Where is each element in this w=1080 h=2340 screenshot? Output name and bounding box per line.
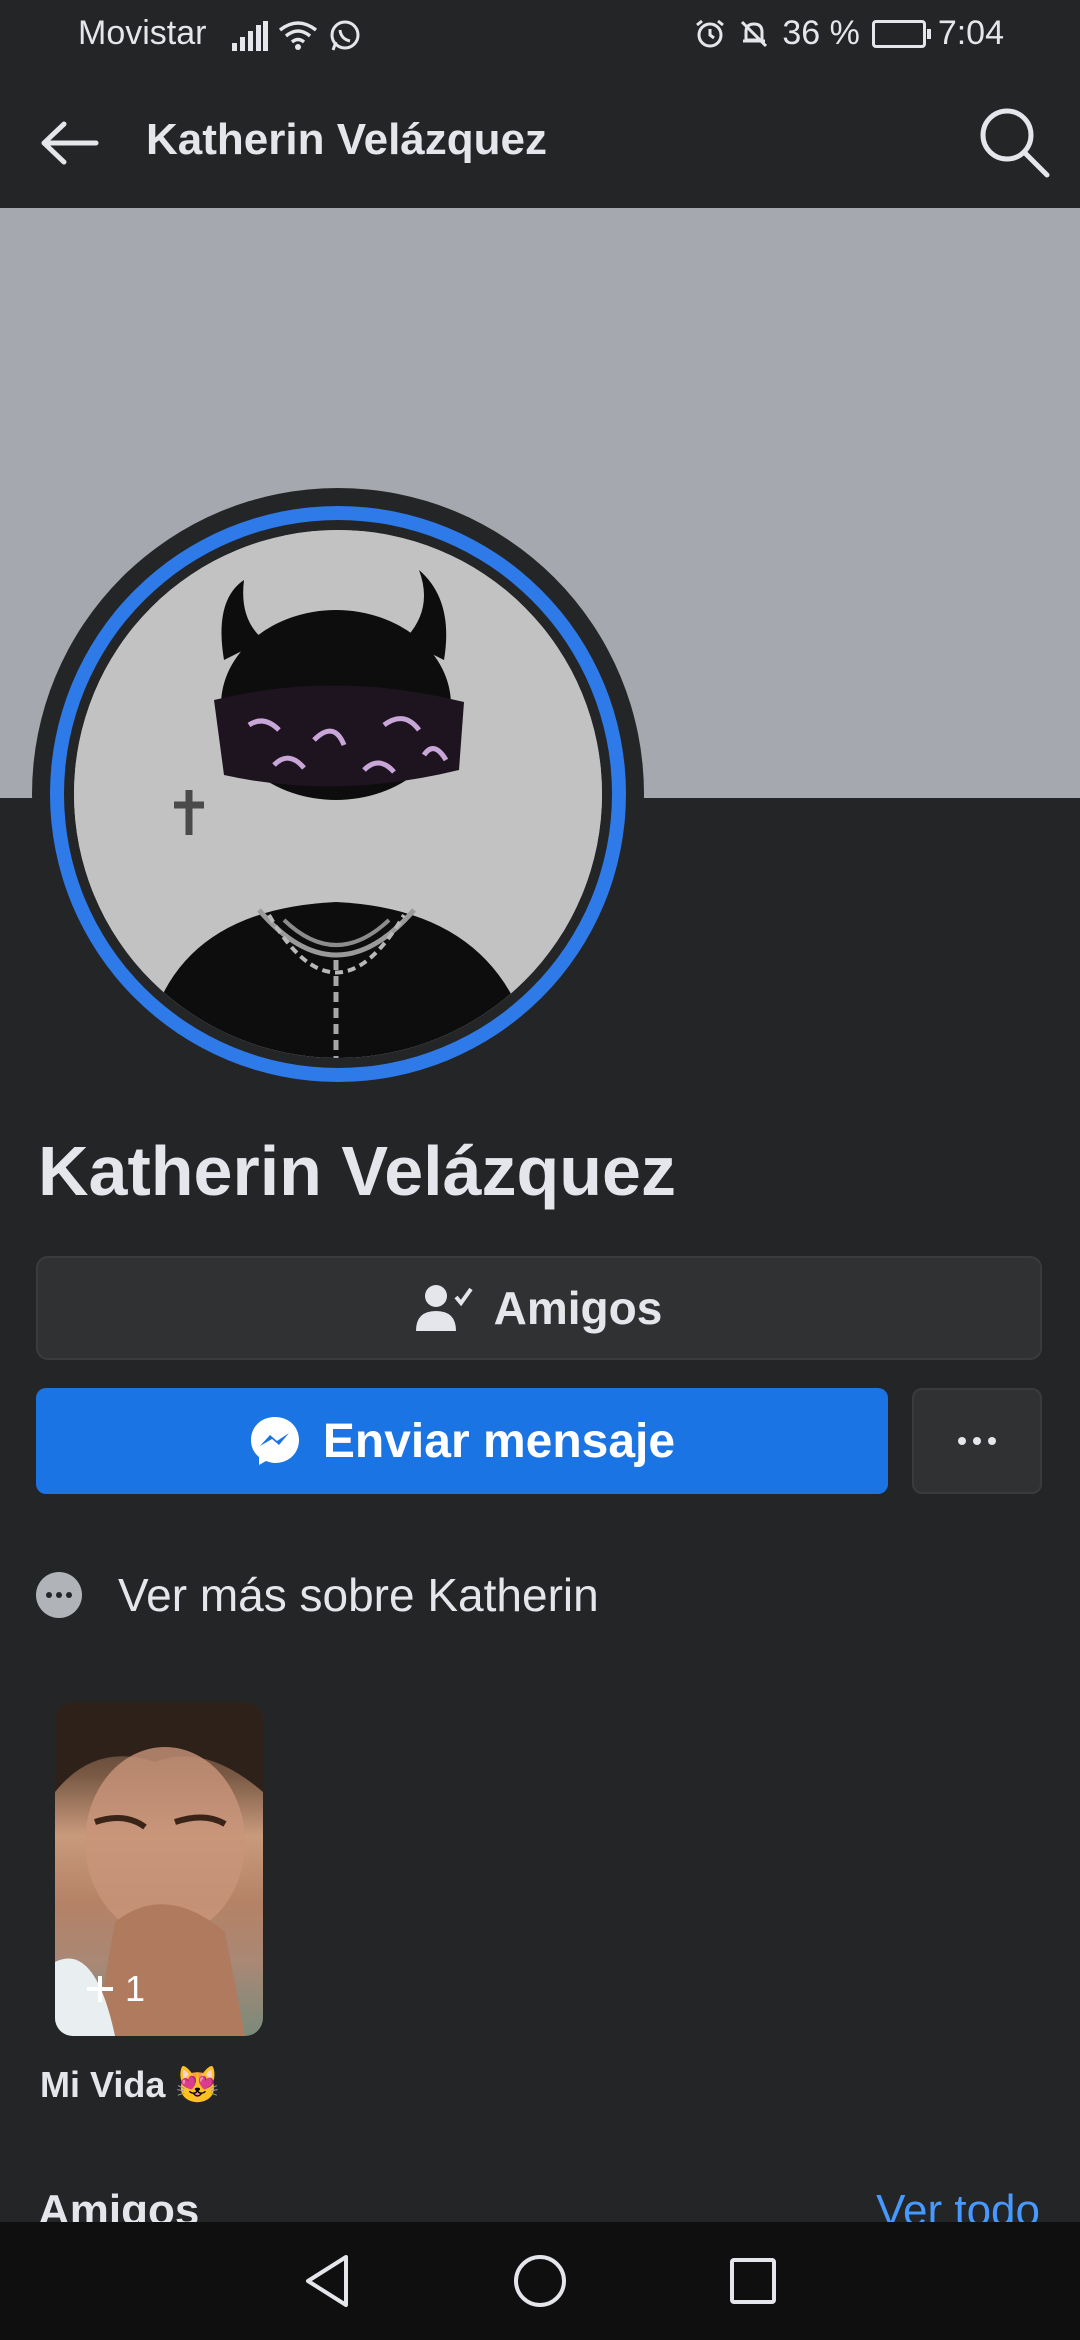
send-message-button[interactable]: Enviar mensaje	[36, 1388, 888, 1494]
carrier-label: Movistar	[78, 14, 207, 52]
highlight-count-value: 1	[125, 1968, 146, 2009]
friends-button-label: Amigos	[493, 1282, 663, 1334]
see-more-about-row[interactable]: Ver más sobre Katherin	[36, 1560, 599, 1630]
back-button[interactable]	[30, 108, 110, 178]
featured-highlight-card[interactable]: 1	[55, 1702, 263, 2036]
see-more-about-label: Ver más sobre Katherin	[118, 1569, 599, 1621]
plus-icon	[87, 1976, 113, 2002]
system-nav-bar	[0, 2222, 1080, 2340]
more-info-icon	[36, 1572, 82, 1618]
profile-name: Katherin Velázquez	[38, 1132, 676, 1210]
messenger-icon	[250, 1417, 299, 1465]
battery-icon	[871, 19, 931, 48]
alarm-icon	[696, 19, 725, 47]
highlight-label: Mi Vida 😻	[40, 2064, 221, 2105]
status-icons-left	[232, 16, 362, 56]
search-icon	[980, 108, 1050, 178]
more-options-button[interactable]	[912, 1388, 1042, 1494]
more-horizontal-icon	[958, 1437, 996, 1445]
search-button[interactable]	[972, 100, 1056, 184]
whatsapp-icon	[330, 20, 360, 51]
highlight-count: 1	[85, 1968, 145, 2010]
nav-recents-button[interactable]	[713, 2241, 793, 2321]
battery-percent: 36 %	[782, 14, 860, 52]
arrow-left-icon	[41, 121, 99, 165]
signal-icon	[232, 21, 268, 51]
friend-check-icon	[415, 1285, 473, 1331]
nav-back-button[interactable]	[287, 2241, 367, 2321]
avatar-illustration	[74, 530, 602, 1058]
friends-button[interactable]: Amigos	[36, 1256, 1042, 1360]
avatar[interactable]	[74, 530, 602, 1058]
triangle-back-icon	[305, 2255, 348, 2307]
circle-home-icon	[513, 2255, 566, 2307]
wifi-icon	[278, 21, 318, 50]
mute-notifications-icon	[741, 20, 768, 47]
app-bar: Katherin Velázquez	[0, 72, 1080, 210]
send-message-label: Enviar mensaje	[322, 1414, 676, 1468]
status-icons-right: 36 % 7:04	[694, 14, 1004, 53]
clock: 7:04	[937, 14, 1004, 52]
page-title: Katherin Velázquez	[146, 115, 548, 164]
square-recents-icon	[730, 2258, 777, 2304]
nav-home-button[interactable]	[500, 2241, 580, 2321]
